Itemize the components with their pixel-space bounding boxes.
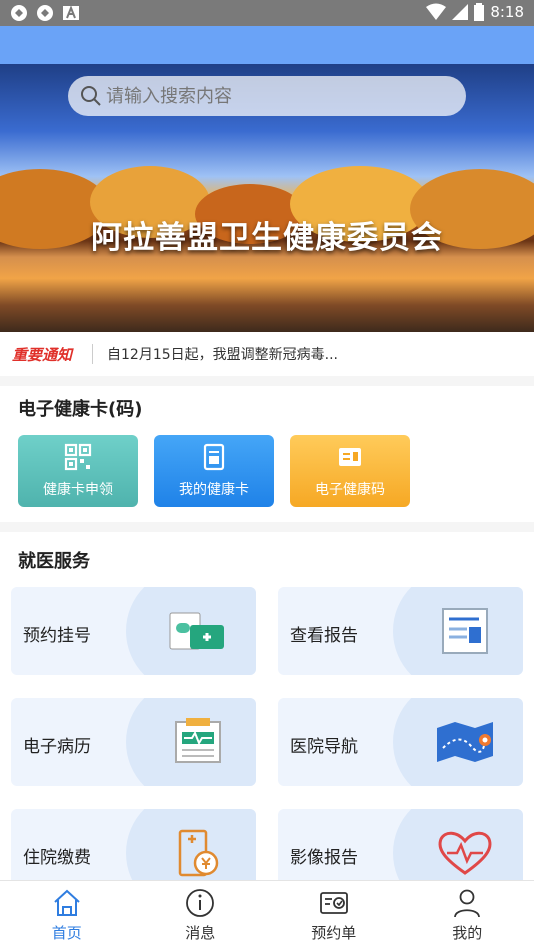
wifi-icon — [426, 3, 447, 20]
tab-label: 我的 — [452, 924, 483, 942]
app-header — [0, 26, 534, 64]
notice-tag: 重要通知 — [12, 345, 73, 364]
service-view-report[interactable]: 查看报告 — [278, 587, 523, 675]
service-label: 电子病历 — [23, 737, 91, 757]
search-bar[interactable] — [68, 76, 466, 116]
tab-messages[interactable]: 消息 — [134, 881, 268, 950]
service-hospital-navigation[interactable]: 医院导航 — [278, 698, 523, 786]
my-health-card-button[interactable]: 我的健康卡 — [154, 435, 274, 507]
payment-icon — [178, 829, 219, 877]
service-label: 医院导航 — [290, 737, 358, 757]
tab-label: 预约单 — [311, 924, 357, 942]
notice-divider — [92, 344, 94, 364]
info-icon — [186, 889, 215, 917]
id-card-icon — [339, 448, 361, 466]
signal-icon — [452, 4, 469, 20]
button-label: 电子健康码 — [315, 482, 385, 498]
medical-record-icon — [175, 718, 221, 763]
home-icon — [54, 889, 80, 916]
card-icon — [203, 443, 225, 471]
report-icon — [442, 608, 488, 654]
medical-kit-icon — [169, 612, 224, 650]
service-label: 影像报告 — [290, 848, 358, 868]
map-icon — [437, 722, 493, 762]
status-bar: 8:18 — [0, 0, 534, 26]
tab-home[interactable]: 首页 — [0, 881, 134, 950]
tab-appointments[interactable]: 预约单 — [267, 881, 401, 950]
appointment-icon — [319, 892, 348, 914]
service-medical-record[interactable]: 电子病历 — [11, 698, 256, 786]
service-appointment[interactable]: 预约挂号 — [11, 587, 256, 675]
sync-icon — [37, 5, 53, 21]
qr-code-icon — [64, 443, 92, 471]
service-label: 查看报告 — [290, 626, 358, 646]
search-icon — [81, 86, 101, 106]
search-input[interactable] — [106, 85, 446, 107]
service-label: 住院缴费 — [23, 848, 91, 868]
banner-title: 阿拉善盟卫生健康委员会 — [91, 220, 443, 256]
section-title: 电子健康卡(码) — [18, 399, 143, 420]
status-time: 8:18 — [490, 3, 524, 21]
bottom-tab-bar: 首页 消息 预约单 我的 — [0, 880, 534, 950]
tab-label: 消息 — [185, 924, 216, 942]
health-code-button[interactable]: 电子健康码 — [290, 435, 410, 507]
button-label: 我的健康卡 — [179, 482, 249, 498]
battery-icon — [474, 3, 485, 21]
a-icon — [63, 5, 79, 20]
tab-profile[interactable]: 我的 — [401, 881, 534, 950]
sync-icon — [11, 5, 27, 21]
section-title: 就医服务 — [18, 551, 90, 572]
tab-label: 首页 — [51, 924, 82, 942]
user-icon — [454, 889, 481, 918]
health-card-apply-button[interactable]: 健康卡申领 — [18, 435, 138, 507]
heart-rate-icon — [438, 831, 492, 875]
service-label: 预约挂号 — [23, 626, 91, 646]
button-label: 健康卡申领 — [43, 482, 113, 498]
notice-bar[interactable]: 重要通知 自12月15日起，我盟调整新冠病毒... — [0, 332, 534, 376]
notice-text[interactable]: 自12月15日起，我盟调整新冠病毒... — [107, 344, 338, 364]
